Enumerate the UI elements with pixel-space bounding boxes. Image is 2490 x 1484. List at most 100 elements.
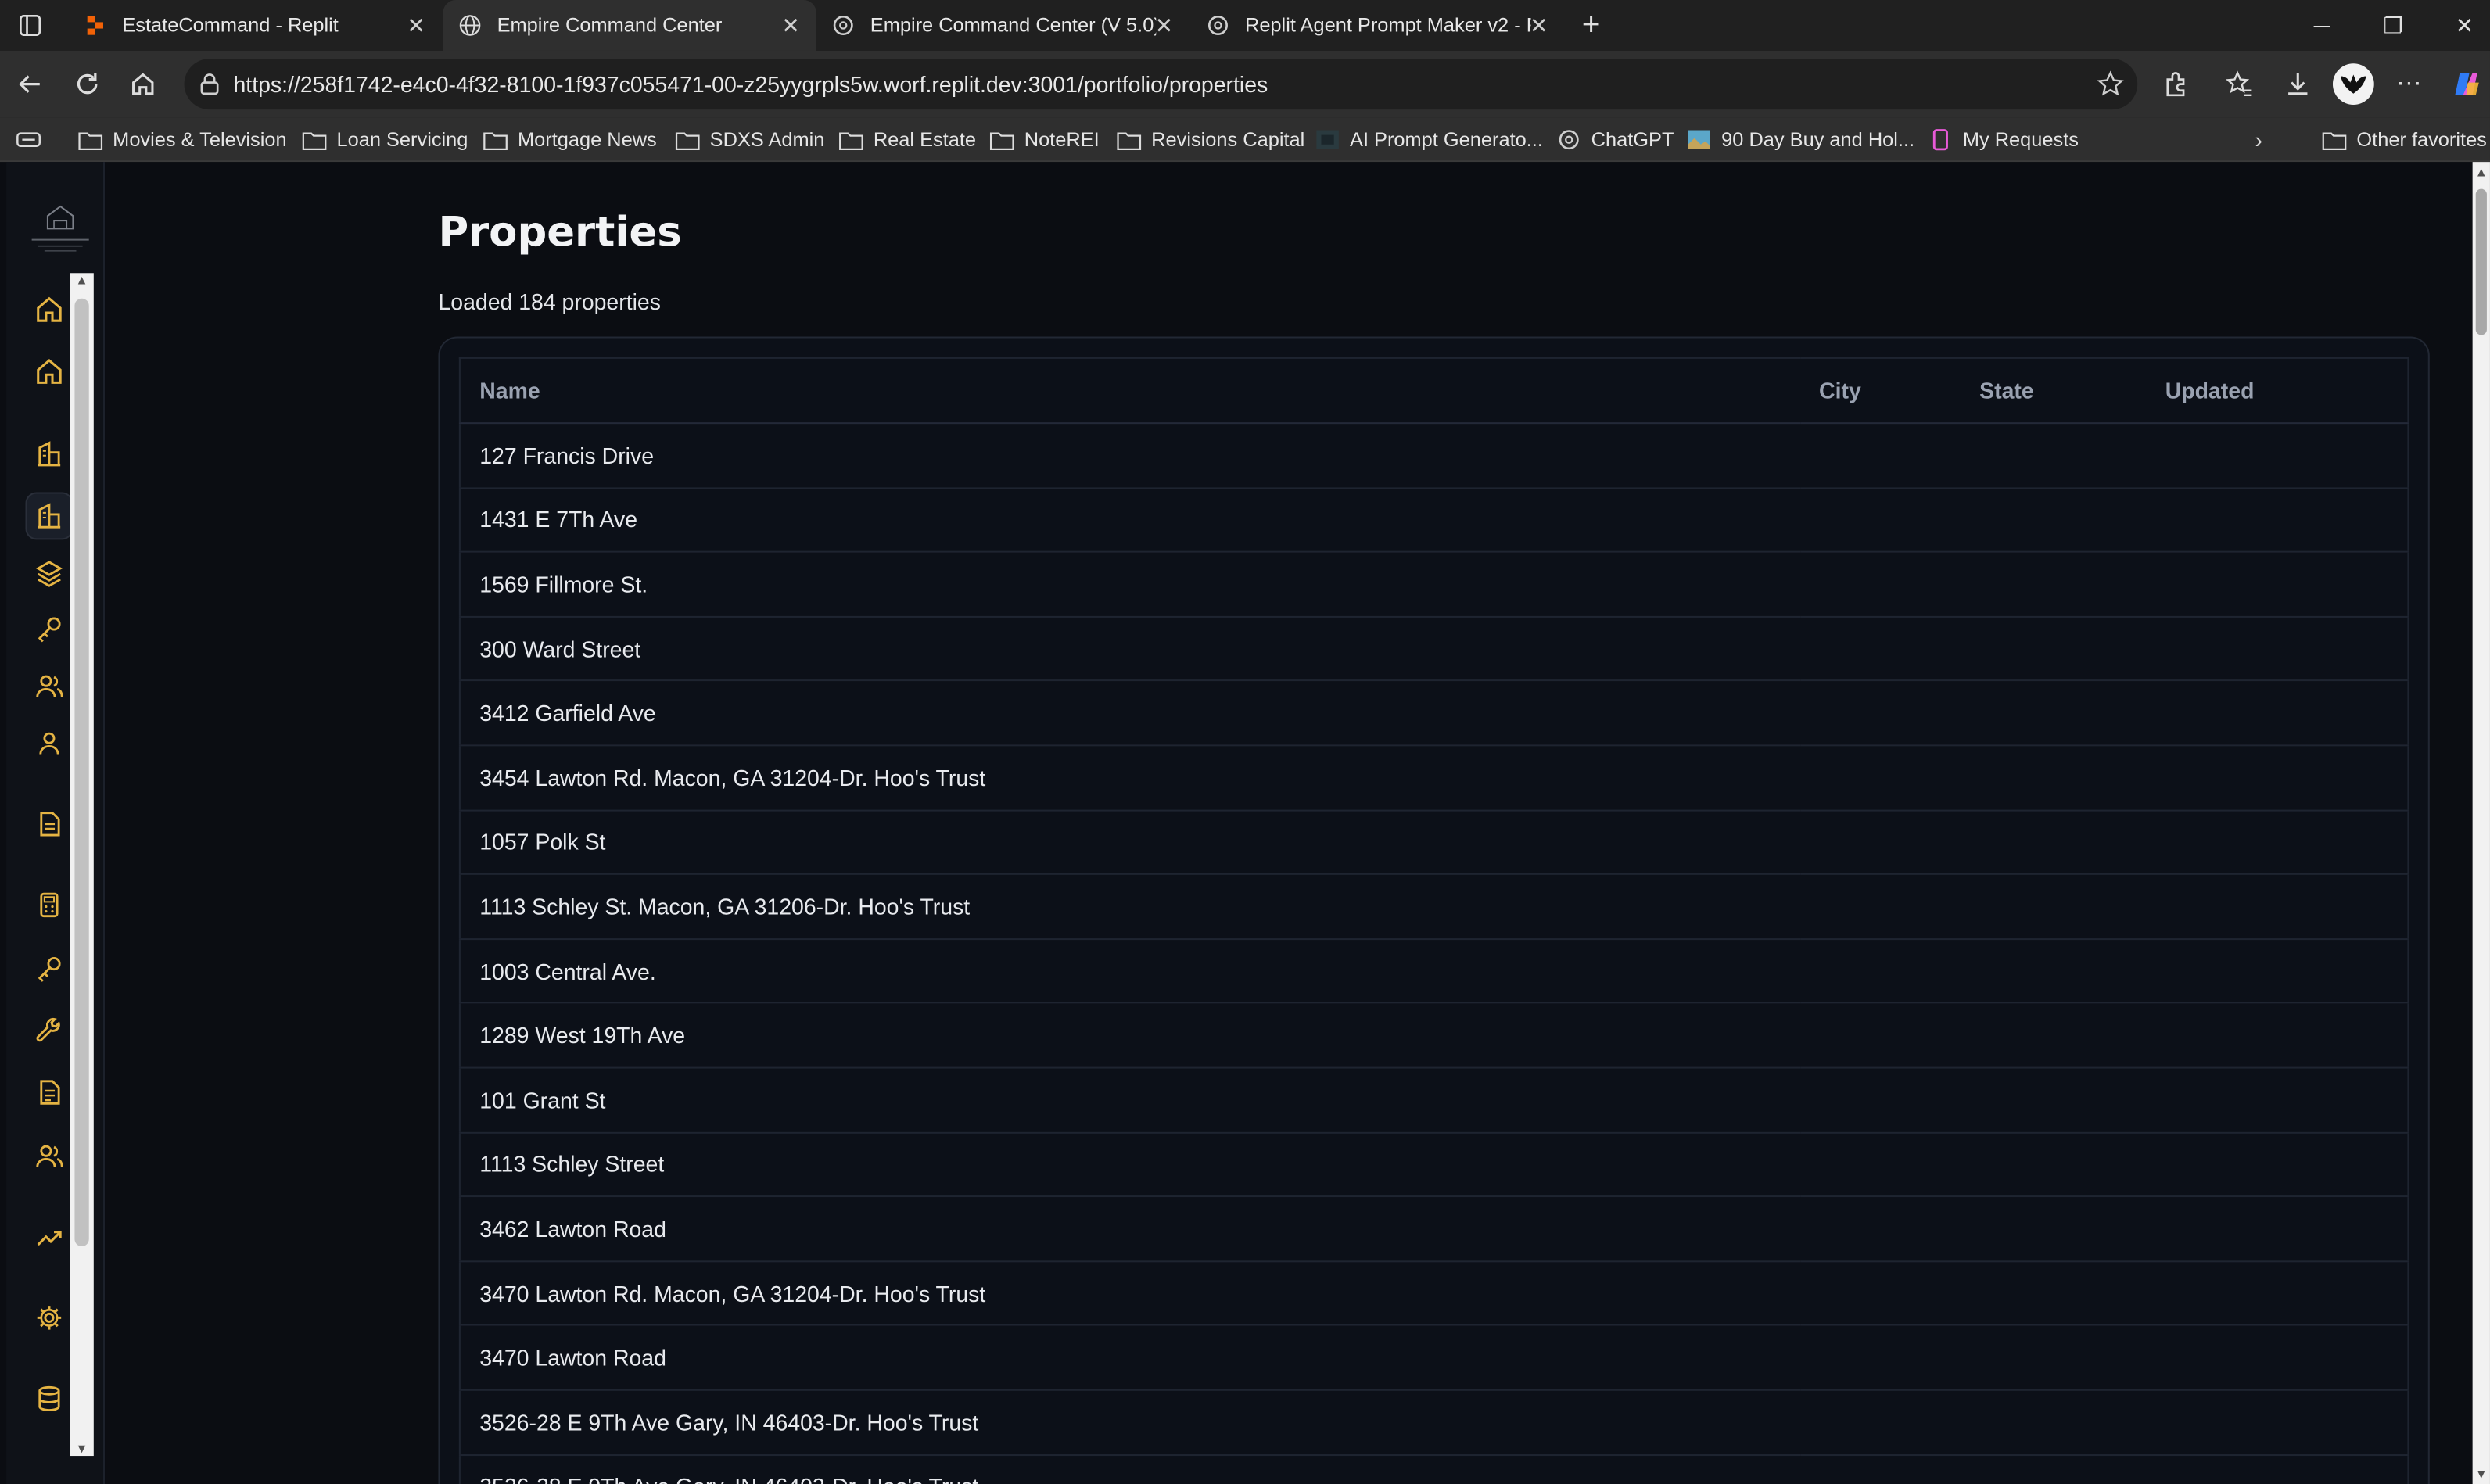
bookmarks-overflow-icon[interactable]: › [2255, 125, 2262, 154]
users-icon[interactable] [25, 662, 73, 710]
close-tab-icon[interactable]: ✕ [404, 13, 429, 38]
home-alt-icon[interactable] [25, 348, 73, 396]
tab-estatecommand-replit[interactable]: EstateCommand - Replit ✕ [68, 0, 441, 51]
home-button-icon[interactable] [125, 66, 160, 102]
copilot-icon[interactable] [2449, 66, 2484, 102]
downloads-icon[interactable] [2280, 66, 2316, 102]
url-text[interactable]: https://258f1742-e4c0-4f32-8100-1f937c05… [233, 71, 1268, 96]
scroll-down-arrow-icon[interactable]: ▼ [73, 1442, 90, 1456]
building-icon[interactable] [25, 430, 73, 478]
tab-actions-icon[interactable] [13, 8, 48, 43]
address-bar[interactable]: https://258f1742-e4c0-4f32-8100-1f937c05… [184, 59, 2138, 110]
property-name[interactable]: 3412 Garfield Ave [459, 680, 1800, 747]
profile-avatar[interactable] [2332, 63, 2374, 106]
property-name[interactable]: 300 Ward Street [459, 616, 1800, 682]
property-name[interactable]: 1569 Fillmore St. [459, 552, 1800, 618]
property-name[interactable]: 1057 Polk St [459, 809, 1800, 876]
property-name[interactable]: 101 Grant St [459, 1067, 1800, 1133]
bookmark-chatgpt[interactable]: ChatGPT [1556, 125, 1674, 154]
table-row[interactable]: 1003 Central Ave. [459, 938, 2409, 1005]
property-name[interactable]: 3526-28 E 9Th Ave Gary, IN 46403-Dr. Hoo… [459, 1454, 1800, 1484]
bookmark-real-estate[interactable]: Real Estate [838, 125, 976, 154]
document-icon[interactable] [25, 800, 73, 848]
close-tab-icon[interactable]: ✕ [778, 13, 803, 38]
property-name[interactable]: 1113 Schley St. Macon, GA 31206-Dr. Hoo'… [459, 874, 1800, 940]
column-header-state[interactable]: State [1960, 357, 2147, 425]
bookmark-movies-television[interactable]: Movies & Television [77, 125, 287, 154]
sidebar-scroll-thumb[interactable] [74, 298, 89, 1247]
table-row[interactable]: 101 Grant St [459, 1067, 2409, 1133]
scroll-down-arrow-icon[interactable]: ▼ [2474, 1467, 2488, 1481]
property-name[interactable]: 3526-28 E 9Th Ave Gary, IN 46403-Dr. Hoo… [459, 1389, 1800, 1456]
bookmark-my-requests[interactable]: My Requests [1928, 125, 2079, 154]
property-name[interactable]: 3462 Lawton Road [459, 1196, 1800, 1262]
database-icon[interactable] [25, 1375, 73, 1422]
table-row[interactable]: 3526-28 E 9Th Ave Gary, IN 46403-Dr. Hoo… [459, 1389, 2409, 1456]
page-scroll-thumb[interactable] [2475, 188, 2487, 335]
table-row[interactable]: 1057 Polk St [459, 809, 2409, 876]
back-icon[interactable] [13, 66, 48, 102]
key-alt-icon[interactable] [25, 945, 73, 992]
table-row[interactable]: 3470 Lawton Road [459, 1325, 2409, 1391]
close-tab-icon[interactable]: ✕ [1526, 13, 1551, 38]
table-row[interactable]: 3462 Lawton Road [459, 1196, 2409, 1262]
user-icon[interactable] [25, 719, 73, 767]
property-name[interactable]: 1431 E 7Th Ave [459, 487, 1800, 554]
column-header-city[interactable]: City [1799, 357, 1961, 425]
layers-icon[interactable] [25, 550, 73, 597]
wrench-icon[interactable] [25, 1006, 73, 1054]
close-window-icon[interactable]: ✕ [2449, 9, 2481, 41]
table-row[interactable]: 3470 Lawton Rd. Macon, GA 31204-Dr. Hoo'… [459, 1260, 2409, 1327]
key-icon[interactable] [25, 605, 73, 653]
table-row[interactable]: 1431 E 7Th Ave [459, 487, 2409, 554]
building-active-icon[interactable] [25, 492, 74, 540]
table-row[interactable]: 1113 Schley St. Macon, GA 31206-Dr. Hoo'… [459, 874, 2409, 940]
property-name[interactable]: 127 Francis Drive [459, 423, 1800, 489]
property-name[interactable]: 3454 Lawton Rd. Macon, GA 31204-Dr. Hoo'… [459, 745, 1800, 811]
bookmark-mortgage-news[interactable]: Mortgage News [483, 125, 657, 154]
home-icon[interactable] [25, 286, 73, 334]
site-info-icon[interactable] [197, 71, 222, 96]
property-name[interactable]: 3470 Lawton Rd. Macon, GA 31204-Dr. Hoo'… [459, 1260, 1800, 1327]
new-tab-icon[interactable]: + [1575, 9, 1607, 41]
team-icon[interactable] [25, 1132, 73, 1180]
tab-empire-command-center[interactable]: Empire Command Center ✕ [443, 0, 816, 51]
bookmark-loan-servicing[interactable]: Loan Servicing [302, 125, 468, 154]
bookmark-sdxs-admin[interactable]: SDXS Admin [675, 125, 824, 154]
refresh-icon[interactable] [70, 66, 105, 102]
file-text-icon[interactable] [25, 1069, 73, 1117]
column-header-name[interactable]: Name [459, 357, 1800, 425]
gear-icon[interactable] [25, 1294, 73, 1342]
table-row[interactable]: 3412 Garfield Ave [459, 680, 2409, 747]
bookmark-ai-prompt-generator[interactable]: AI Prompt Generato... [1315, 125, 1543, 154]
table-row[interactable]: 1569 Fillmore St. [459, 552, 2409, 618]
tab-replit-agent-prompt-maker[interactable]: Replit Agent Prompt Maker v2 - R ✕ [1191, 0, 1564, 51]
extensions-icon[interactable] [2158, 66, 2194, 102]
bookmark-other-favorites[interactable]: Other favorites [2322, 125, 2487, 154]
property-name[interactable]: 1113 Schley Street [459, 1131, 1800, 1198]
table-row[interactable]: 3526-28 E 9Th Ave Gary, IN 46403-Dr. Hoo… [459, 1454, 2409, 1484]
scroll-up-arrow-icon[interactable]: ▲ [73, 273, 90, 287]
property-name[interactable]: 1289 West 19Th Ave [459, 1003, 1800, 1069]
page-scrollbar[interactable]: ▲ ▼ [2472, 162, 2490, 1484]
sidebar-scrollbar[interactable]: ▲ ▼ [70, 273, 94, 1457]
property-name[interactable]: 1003 Central Ave. [459, 938, 1800, 1005]
close-tab-icon[interactable]: ✕ [1151, 13, 1176, 38]
scroll-up-arrow-icon[interactable]: ▲ [2474, 165, 2488, 179]
reading-list-icon[interactable] [16, 125, 41, 154]
bookmark-90-day-buy[interactable]: 90 Day Buy and Hol... [1686, 125, 1914, 154]
restore-icon[interactable]: ❐ [2377, 9, 2409, 41]
bookmark-revisions-capital[interactable]: Revisions Capital [1117, 125, 1304, 154]
property-name[interactable]: 3470 Lawton Road [459, 1325, 1800, 1391]
bookmark-noterei[interactable]: NoteREI [989, 125, 1100, 154]
trending-up-icon[interactable] [25, 1213, 73, 1260]
table-row[interactable]: 1289 West 19Th Ave [459, 1003, 2409, 1069]
column-header-updated[interactable]: Updated [2146, 357, 2409, 425]
favorites-icon[interactable] [2222, 66, 2257, 102]
calculator-icon[interactable] [25, 881, 73, 929]
favorite-star-icon[interactable] [2096, 70, 2125, 99]
table-row[interactable]: 300 Ward Street [459, 616, 2409, 682]
minimize-icon[interactable]: ─ [2305, 9, 2338, 41]
table-row[interactable]: 127 Francis Drive [459, 423, 2409, 489]
more-menu-icon[interactable]: ··· [2391, 66, 2427, 102]
